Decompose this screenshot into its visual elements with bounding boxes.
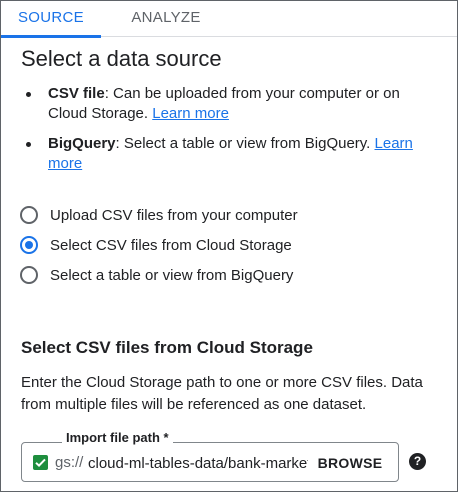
gs-prefix: gs:// (55, 454, 84, 471)
tab-source[interactable]: SOURCE (1, 1, 101, 38)
source-type-list: CSV file: Can be uploaded from your comp… (21, 84, 441, 184)
import-path-input[interactable] (88, 451, 308, 475)
page-title: Select a data source (21, 46, 222, 71)
tab-bar: SOURCE ANALYZE (1, 1, 457, 38)
import-path-field: gs:// BROWSE (21, 442, 399, 482)
bullet-dot (26, 142, 31, 147)
valid-check-icon (33, 455, 48, 470)
tab-analyze[interactable]: ANALYZE (111, 1, 221, 37)
source-radio-group: Upload CSV files from your computer Sele… (20, 200, 298, 290)
bullet-bigquery: BigQuery: Select a table or view from Bi… (21, 134, 441, 174)
radio-option-cloud-storage[interactable]: Select CSV files from Cloud Storage (20, 230, 298, 260)
radio-label: Select CSV files from Cloud Storage (50, 236, 292, 254)
radio-label: Upload CSV files from your computer (50, 206, 298, 224)
learn-more-link-csv[interactable]: Learn more (152, 105, 229, 122)
bullet-dot (26, 92, 31, 97)
radio-button[interactable] (20, 266, 38, 284)
radio-button[interactable] (20, 236, 38, 254)
bullet-text: : Select a table or view from BigQuery. (115, 135, 375, 152)
radio-option-bigquery[interactable]: Select a table or view from BigQuery (20, 260, 298, 290)
browse-button[interactable]: BROWSE (310, 451, 390, 475)
bullet-csv: CSV file: Can be uploaded from your comp… (21, 84, 441, 124)
bullet-term: BigQuery (48, 135, 116, 152)
section-title: Select CSV files from Cloud Storage (21, 338, 313, 357)
radio-label: Select a table or view from BigQuery (50, 266, 294, 284)
bullet-term: CSV file (48, 85, 105, 102)
import-path-label: Import file path * (62, 430, 173, 445)
help-icon[interactable]: ? (409, 453, 426, 470)
section-description: Enter the Cloud Storage path to one or m… (21, 374, 423, 413)
radio-button[interactable] (20, 206, 38, 224)
radio-option-upload[interactable]: Upload CSV files from your computer (20, 200, 298, 230)
